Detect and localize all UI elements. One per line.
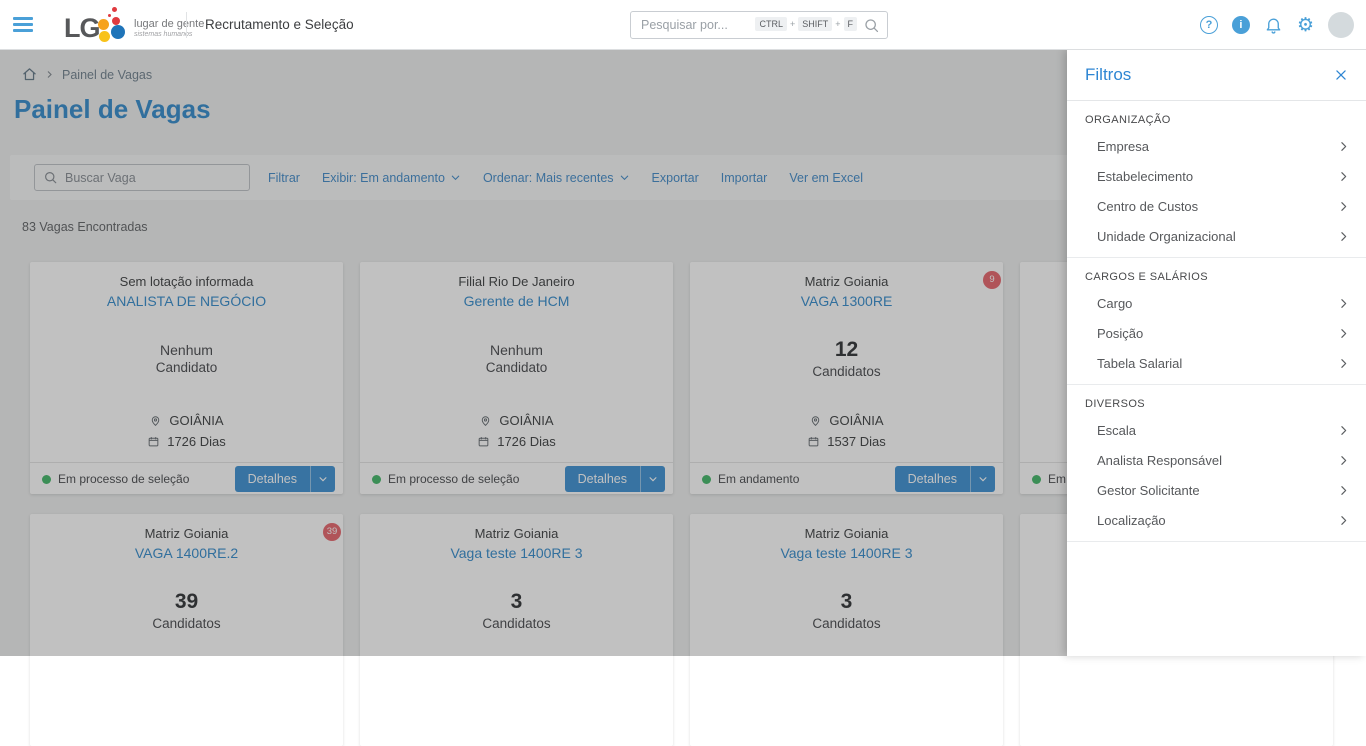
filter-item-unidade-organizacional[interactable]: Unidade Organizacional <box>1067 221 1366 251</box>
user-avatar[interactable] <box>1328 12 1354 38</box>
chevron-right-icon <box>1341 231 1347 241</box>
chevron-right-icon <box>1341 358 1347 368</box>
filters-title: Filtros <box>1085 65 1132 84</box>
chevron-right-icon <box>1341 328 1347 338</box>
shortcut-chips: CTRL + SHIFT + F <box>755 17 857 31</box>
filters-section-cargos-e-salarios: CARGOS E SALÁRIOS Cargo Posição Tabela S… <box>1067 258 1366 385</box>
filter-item-tabela-salarial[interactable]: Tabela Salarial <box>1067 348 1366 378</box>
global-search-placeholder: Pesquisar por... <box>641 18 728 32</box>
chevron-right-icon <box>1341 455 1347 465</box>
filter-item-empresa[interactable]: Empresa <box>1067 131 1366 161</box>
menu-icon[interactable] <box>13 17 33 33</box>
filters-section-diversos: DIVERSOS Escala Analista Responsável Ges… <box>1067 385 1366 542</box>
notifications-icon[interactable] <box>1264 16 1283 35</box>
filter-item-cargo[interactable]: Cargo <box>1067 288 1366 318</box>
filter-item-centro-de-custos[interactable]: Centro de Custos <box>1067 191 1366 221</box>
chevron-right-icon <box>1341 298 1347 308</box>
filter-item-escala[interactable]: Escala <box>1067 415 1366 445</box>
section-label: CARGOS E SALÁRIOS <box>1085 271 1208 283</box>
top-bar: LG lugar de gente sistemas humanos Recru… <box>0 0 1366 50</box>
key-chip: SHIFT <box>798 17 833 31</box>
chevron-right-icon <box>1341 141 1347 151</box>
chevron-right-icon <box>1341 201 1347 211</box>
logo-subtitle: sistemas humanos <box>134 31 193 38</box>
logo-lg-text: LG <box>64 13 100 43</box>
key-chip: CTRL <box>755 17 787 31</box>
filter-item-posicao[interactable]: Posição <box>1067 318 1366 348</box>
header-divider <box>186 12 187 38</box>
close-icon[interactable] <box>1334 68 1348 82</box>
app-title: Recrutamento e Seleção <box>205 17 354 32</box>
filter-item-analista-responsavel[interactable]: Analista Responsável <box>1067 445 1366 475</box>
filters-panel: Filtros ORGANIZAÇÃO Empresa Estabelecime… <box>1067 50 1366 656</box>
search-icon <box>863 17 880 34</box>
global-search-input[interactable]: Pesquisar por... CTRL + SHIFT + F <box>630 11 888 39</box>
info-icon[interactable]: i <box>1231 16 1250 34</box>
filter-item-localizacao[interactable]: Localização <box>1067 505 1366 535</box>
key-chip: F <box>843 17 857 31</box>
settings-icon[interactable]: ⚙ <box>1297 15 1314 35</box>
chevron-right-icon <box>1341 171 1347 181</box>
logo-tagline: lugar de gente <box>134 18 205 30</box>
chevron-right-icon <box>1341 425 1347 435</box>
help-icon[interactable]: ? <box>1199 16 1218 34</box>
filter-item-estabelecimento[interactable]: Estabelecimento <box>1067 161 1366 191</box>
filters-section-organizacao: ORGANIZAÇÃO Empresa Estabelecimento Cent… <box>1067 101 1366 258</box>
chevron-right-icon <box>1341 515 1347 525</box>
section-label: DIVERSOS <box>1085 398 1146 410</box>
filter-item-gestor-solicitante[interactable]: Gestor Solicitante <box>1067 475 1366 505</box>
logo-dots-icon <box>98 7 128 45</box>
section-label: ORGANIZAÇÃO <box>1085 114 1171 126</box>
chevron-right-icon <box>1341 485 1347 495</box>
